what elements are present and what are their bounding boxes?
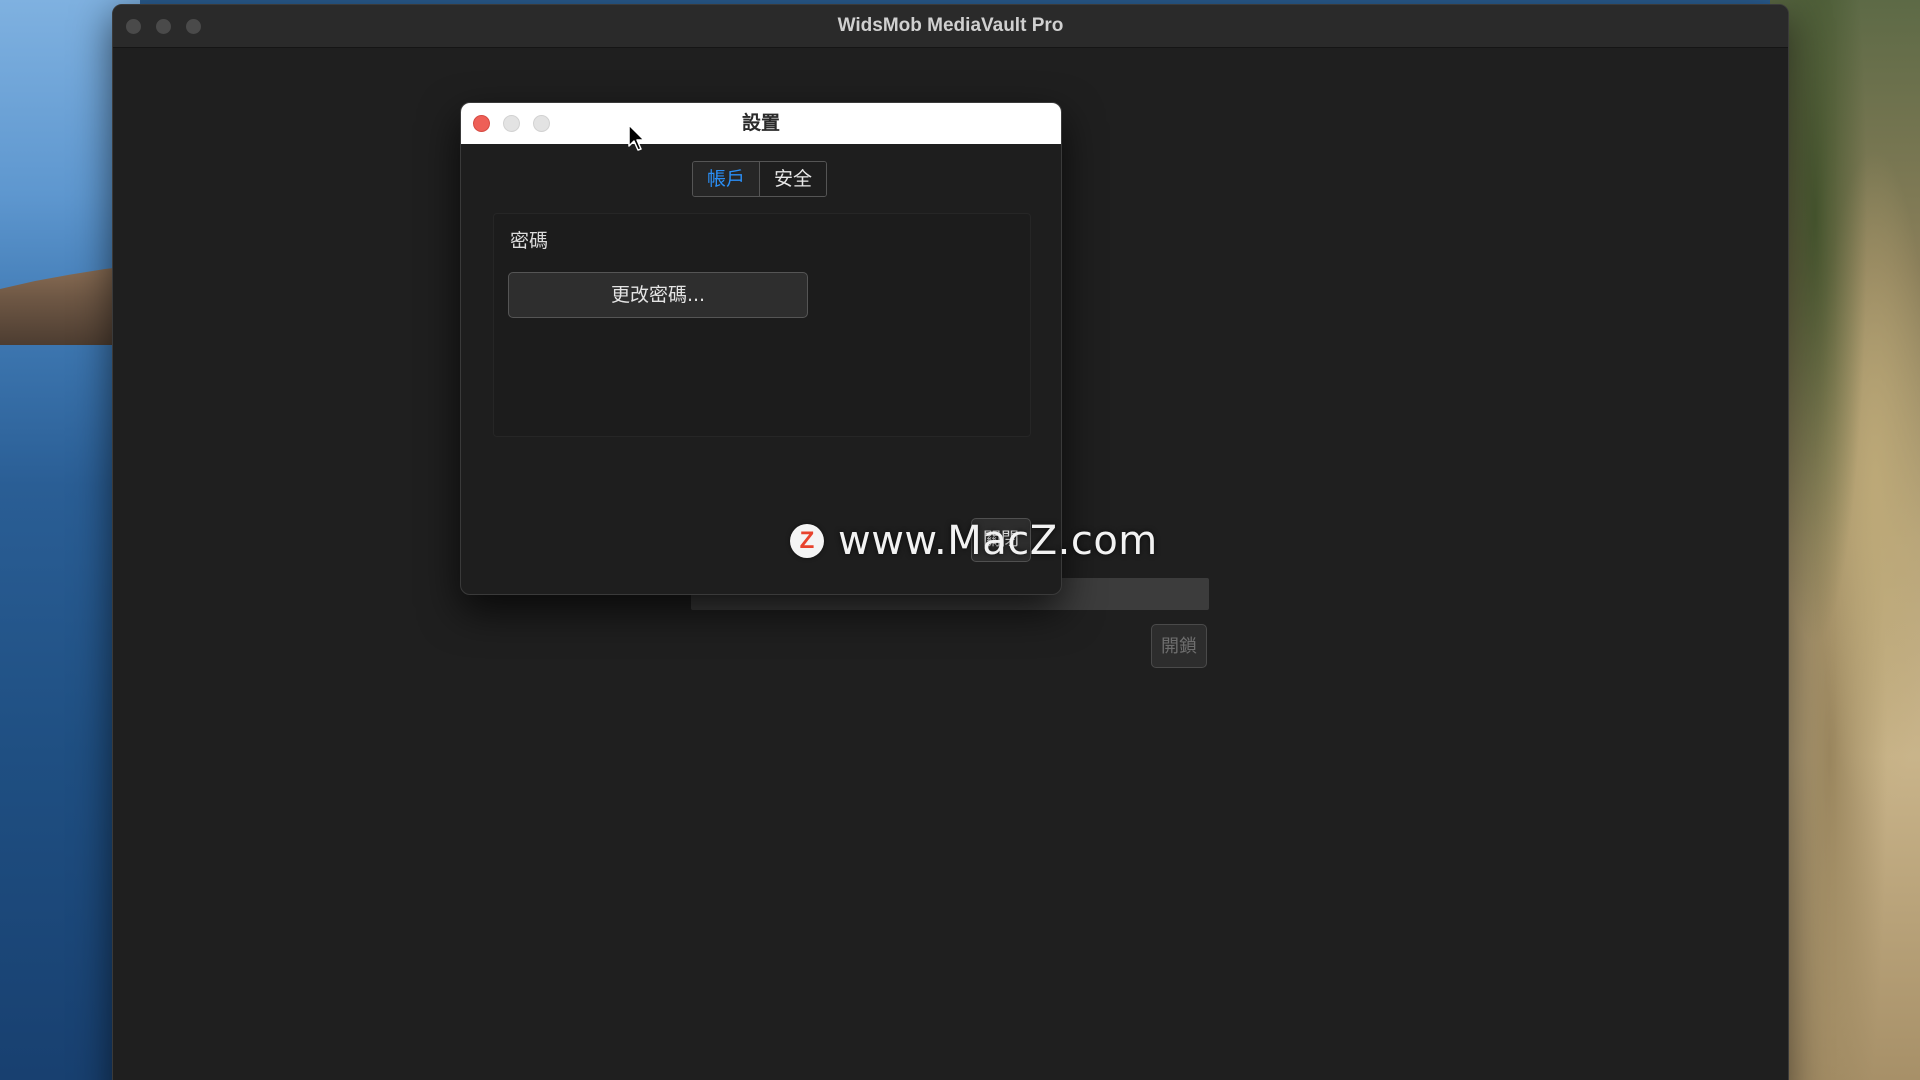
settings-tabs: 帳戶 安全	[692, 161, 827, 197]
password-section-label: 密碼	[510, 230, 549, 252]
watermark: Z www.MacZ.com	[790, 516, 1158, 566]
arrow-pointer-icon	[628, 124, 645, 151]
desktop: WidsMob MediaVault Pro 開鎖 設置 帳戶 安全 密碼 更改…	[0, 0, 1920, 1080]
settings-titlebar: 設置	[461, 103, 1061, 144]
tab-security[interactable]: 安全	[759, 162, 826, 196]
wallpaper-rocky-coast	[1770, 0, 1920, 1080]
main-window-title: WidsMob MediaVault Pro	[837, 15, 1064, 36]
tab-account[interactable]: 帳戶	[693, 162, 759, 196]
watermark-text: www.MacZ.com	[838, 518, 1158, 564]
unlock-button[interactable]: 開鎖	[1151, 624, 1207, 668]
change-password-button[interactable]: 更改密碼...	[508, 272, 808, 318]
watermark-logo-icon: Z	[790, 524, 824, 558]
account-tab-panel	[493, 213, 1031, 437]
settings-title: 設置	[741, 112, 780, 134]
main-titlebar: WidsMob MediaVault Pro	[113, 5, 1788, 48]
